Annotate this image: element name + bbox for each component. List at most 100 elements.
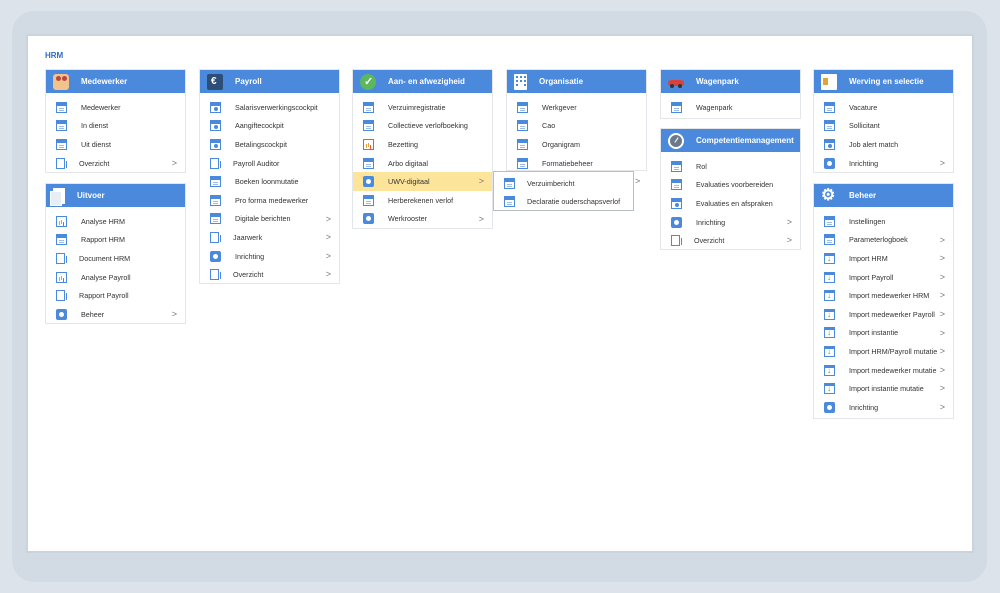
menu-item-label: Document HRM — [79, 253, 131, 263]
menu-item-rapport-payroll[interactable]: Rapport Payroll — [46, 286, 185, 305]
menu-item-evaluaties-voorbereiden[interactable]: Evaluaties voorbereiden — [661, 176, 800, 195]
menu-item-aangiftecockpit[interactable]: Aangiftecockpit — [200, 117, 339, 136]
menu-item-medewerker[interactable]: Medewerker — [46, 98, 185, 117]
menu-item-label: Jaarwerk — [233, 232, 263, 242]
cockpit-icon — [210, 138, 221, 150]
panel-organisatie: Organisatie Werkgever Cao Organigram For… — [506, 69, 647, 171]
chevron-right-icon: > — [325, 232, 331, 243]
chevron-right-icon: > — [325, 250, 331, 261]
menu-item-collectieve-verlofboeking[interactable]: Collectieve verlofboeking — [353, 117, 492, 136]
menu-item-betalingscockpit[interactable]: Betalingscockpit — [200, 135, 339, 154]
menu-item-formatiebeheer[interactable]: Formatiebeheer — [507, 154, 646, 173]
menu-item-label: Herberekenen verlof — [388, 195, 454, 205]
chevron-right-icon: > — [171, 157, 177, 168]
overview-icon — [671, 235, 682, 247]
menu-item-parameterlogboek[interactable]: Parameterlogboek > — [814, 231, 953, 250]
menu-item-vacature[interactable]: Vacature — [814, 98, 953, 117]
menu-item-label: Import instantie — [849, 328, 899, 338]
menu-item-herberekenen-verlof[interactable]: Herberekenen verlof — [353, 191, 492, 210]
menu-item-document-hrm[interactable]: Document HRM — [46, 249, 185, 268]
menu-item-analyse-payroll[interactable]: Analyse Payroll — [46, 268, 185, 287]
menu-item-import-medewerker-payroll[interactable]: Import medewerker Payroll > — [814, 305, 953, 324]
cockpit-icon — [210, 101, 221, 113]
menu-item-overzicht[interactable]: Overzicht > — [200, 265, 339, 284]
menu-item-label: Overzicht — [694, 236, 725, 246]
menu-item-label: Evaluaties en afspraken — [696, 198, 773, 208]
menu-item-import-medewerker-hrm[interactable]: Import medewerker HRM > — [814, 286, 953, 305]
menu-item-job-alert-match[interactable]: Job alert match — [814, 135, 953, 154]
menu-item-arbo-digitaal[interactable]: Arbo digitaal — [353, 154, 492, 173]
menu-item-overzicht[interactable]: Overzicht > — [661, 231, 800, 250]
form-icon — [56, 138, 67, 150]
import-icon — [824, 271, 835, 283]
document-icon — [210, 157, 221, 169]
menu-item-beheer[interactable]: Beheer > — [46, 305, 185, 324]
menu-item-import-instantie[interactable]: Import instantie > — [814, 324, 953, 343]
menu-item-jaarwerk[interactable]: Jaarwerk > — [200, 228, 339, 247]
menu-item-werkgever[interactable]: Werkgever — [507, 98, 646, 117]
menu-item-payroll-auditor[interactable]: Payroll Auditor — [200, 154, 339, 173]
menu-item-label: Arbo digitaal — [388, 158, 428, 168]
menu-item-cao[interactable]: Cao — [507, 117, 646, 136]
report-icon — [56, 290, 67, 302]
menu-item-in-dienst[interactable]: In dienst — [46, 117, 185, 136]
menu-item-pro-forma-medewerker[interactable]: Pro forma medewerker — [200, 191, 339, 210]
menu-item-overzicht[interactable]: Overzicht > — [46, 154, 185, 173]
panel-header-medewerker[interactable]: Medewerker — [46, 70, 185, 93]
menu-item-sollicitant[interactable]: Sollicitant — [814, 117, 953, 136]
documents-icon — [50, 187, 65, 206]
panel-title: Beheer — [849, 191, 877, 200]
menu-item-inrichting[interactable]: Inrichting > — [814, 154, 953, 173]
menu-item-label: Betalingscockpit — [235, 139, 287, 149]
menu-item-inrichting[interactable]: Inrichting > — [814, 398, 953, 417]
panel-header-payroll[interactable]: Payroll — [200, 70, 339, 93]
menu-item-wagenpark[interactable]: Wagenpark — [661, 98, 800, 117]
submenu-item-declaratie-ouderschapsverlof[interactable]: Declaratie ouderschapsverlof — [494, 193, 633, 212]
form-icon — [517, 138, 528, 150]
panel-uitvoer: Uitvoer Analyse HRM Rapport HRM Document… — [45, 183, 186, 324]
gear-icon — [210, 250, 221, 262]
panel-header-beheer[interactable]: Beheer — [814, 184, 953, 207]
menu-item-organigram[interactable]: Organigram — [507, 135, 646, 154]
menu-item-inrichting[interactable]: Inrichting > — [661, 213, 800, 232]
menu-item-import-hrm-payroll-mutatie[interactable]: Import HRM/Payroll mutatie> — [814, 342, 953, 361]
submenu-item-verzuimbericht[interactable]: Verzuimbericht — [494, 174, 633, 193]
menu-item-analyse-hrm[interactable]: Analyse HRM — [46, 212, 185, 231]
menu-item-uwv-digitaal[interactable]: UWV-digitaal > — [353, 172, 492, 191]
menu-item-label: Import medewerker HRM — [849, 291, 930, 301]
menu-item-label: Instellingen — [849, 216, 886, 226]
panel-header-wagenpark[interactable]: Wagenpark — [661, 70, 800, 93]
form-icon — [363, 120, 374, 132]
chevron-right-icon: > — [171, 308, 177, 319]
panel-header-aan-en-afwezigheid[interactable]: Aan- en afwezigheid — [353, 70, 492, 93]
menu-item-digitale-berichten[interactable]: Digitale berichten > — [200, 210, 339, 229]
menu-item-import-hrm[interactable]: Import HRM > — [814, 249, 953, 268]
menu-item-rol[interactable]: Rol — [661, 157, 800, 176]
car-icon — [668, 74, 684, 90]
chevron-right-icon: > — [939, 271, 945, 282]
chevron-right-icon: > — [939, 253, 945, 264]
menu-item-instellingen[interactable]: Instellingen — [814, 212, 953, 231]
menu-item-inrichting[interactable]: Inrichting > — [200, 247, 339, 266]
menu-item-import-payroll[interactable]: Import Payroll > — [814, 268, 953, 287]
panel-header-uitvoer[interactable]: Uitvoer — [46, 184, 185, 207]
panel-header-organisatie[interactable]: Organisatie — [507, 70, 646, 93]
menu-item-verzuimregistratie[interactable]: Verzuimregistratie — [353, 98, 492, 117]
menu-item-import-medewerker-mutatie[interactable]: Import medewerker mutatie> — [814, 361, 953, 380]
menu-item-salarisverwerkingscockpit[interactable]: Salarisverwerkingscockpit — [200, 98, 339, 117]
menu-item-import-instantie-mutatie[interactable]: Import instantie mutatie > — [814, 379, 953, 398]
menu-item-boeken-loonmutatie[interactable]: Boeken loonmutatie — [200, 172, 339, 191]
menu-item-werkrooster[interactable]: Werkrooster > — [353, 210, 492, 229]
panel-header-competentiemanagement[interactable]: Competentiemanagement — [661, 129, 800, 152]
panel-header-werving-en-selectie[interactable]: Werving en selectie — [814, 70, 953, 93]
panel-medewerker: Medewerker Medewerker In dienst Uit dien… — [45, 69, 186, 173]
chart-icon — [56, 271, 67, 283]
menu-item-uit-dienst[interactable]: Uit dienst — [46, 135, 185, 154]
menu-item-bezetting[interactable]: Bezetting — [353, 135, 492, 154]
menu-item-evaluaties-en-afspraken[interactable]: Evaluaties en afspraken — [661, 194, 800, 213]
panel-title: Organisatie — [539, 77, 584, 86]
menu-item-rapport-hrm[interactable]: Rapport HRM — [46, 231, 185, 250]
import-icon — [824, 345, 835, 357]
chart-icon — [363, 138, 374, 150]
menu-item-label: Import Payroll — [849, 272, 894, 282]
